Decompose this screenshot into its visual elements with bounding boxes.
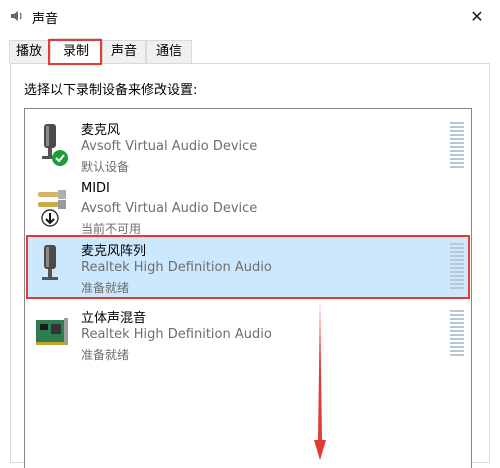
device-name: 麦克风阵列 — [81, 244, 147, 259]
device-name: MIDI — [81, 181, 110, 196]
instruction-text: 选择以下录制设备来修改设置: — [24, 83, 198, 98]
sound-card-icon — [36, 318, 68, 345]
tab-highlight-box — [48, 39, 102, 65]
title-bar: 声音 ✕ — [0, 0, 500, 32]
window-title: 声音 — [32, 12, 59, 27]
device-driver: Realtek High Definition Audio — [81, 260, 272, 275]
device-driver: Realtek High Definition Audio — [81, 327, 272, 342]
device-item[interactable]: MIDI Avsoft Virtual Audio Device 当前不可用 — [26, 176, 470, 238]
device-driver: Avsoft Virtual Audio Device — [81, 139, 258, 154]
device-item-selected[interactable]: 麦克风阵列 Realtek High Definition Audio 准备就绪 — [26, 235, 470, 299]
tab-sounds[interactable]: 声音 — [102, 40, 146, 63]
device-status: 准备就绪 — [81, 348, 130, 362]
device-status: 准备就绪 — [81, 281, 130, 295]
tab-communications[interactable]: 通信 — [146, 40, 192, 63]
device-item[interactable]: 立体声混音 Realtek High Definition Audio 准备就绪 — [26, 302, 470, 364]
close-button[interactable]: ✕ — [454, 0, 500, 32]
level-meter — [450, 310, 464, 356]
annotation-arrow — [314, 300, 326, 460]
device-item[interactable]: 麦克风 Avsoft Virtual Audio Device 默认设备 — [26, 114, 470, 176]
microphone-icon — [42, 245, 58, 280]
device-name: 麦克风 — [81, 123, 121, 138]
device-list[interactable]: 麦克风 Avsoft Virtual Audio Device 默认设备 MID… — [24, 108, 472, 468]
speaker-icon — [11, 11, 22, 21]
tab-playback[interactable]: 播放 — [9, 40, 49, 63]
midi-jack-icon — [38, 190, 66, 227]
close-icon: ✕ — [470, 6, 484, 26]
device-status: 默认设备 — [81, 160, 130, 174]
microphone-default-icon — [42, 124, 68, 166]
device-driver: Avsoft Virtual Audio Device — [81, 201, 258, 216]
device-name: 立体声混音 — [81, 311, 147, 326]
level-meter — [450, 243, 464, 289]
level-meter — [450, 122, 464, 168]
